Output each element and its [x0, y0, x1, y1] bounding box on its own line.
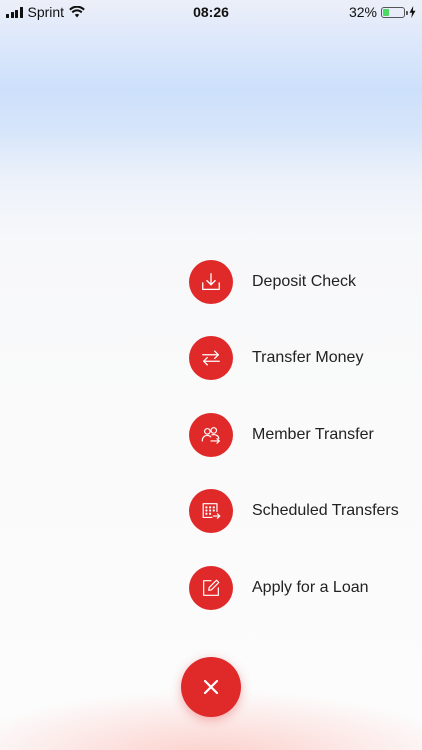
deposit-check-icon: [202, 273, 220, 290]
scheduled-transfers-icon: [202, 503, 221, 519]
deposit-check-button[interactable]: [189, 260, 233, 304]
apply-loan-button[interactable]: [189, 566, 233, 610]
menu-item-label: Deposit Check: [252, 273, 357, 290]
status-bar: Sprint 08:26 32%: [0, 0, 422, 24]
status-right: 32%: [349, 4, 416, 20]
transfer-arrows-icon: [202, 350, 220, 366]
battery-icon: [381, 6, 408, 18]
menu-item-member-transfer[interactable]: Member Transfer: [189, 413, 374, 457]
close-icon: [203, 679, 219, 695]
menu-item-label: Scheduled Transfers: [252, 502, 399, 519]
close-menu-button[interactable]: [181, 657, 241, 717]
scheduled-transfers-button[interactable]: [189, 489, 233, 533]
menu-item-deposit-check[interactable]: Deposit Check: [189, 260, 356, 304]
menu-item-label: Member Transfer: [252, 426, 374, 443]
battery-fill: [383, 8, 390, 16]
menu-item-label: Apply for a Loan: [252, 579, 369, 596]
menu-item-label: Transfer Money: [252, 349, 364, 366]
member-transfer-icon: [201, 427, 220, 444]
menu-item-scheduled-transfers[interactable]: Scheduled Transfers: [189, 489, 399, 533]
menu-item-apply-loan[interactable]: Apply for a Loan: [189, 566, 369, 610]
apply-loan-icon: [203, 579, 220, 596]
battery-cap: [406, 10, 408, 15]
transfer-money-button[interactable]: [189, 336, 233, 380]
charging-bolt-icon: [409, 6, 416, 18]
menu-item-transfer-money[interactable]: Transfer Money: [189, 336, 363, 380]
member-transfer-button[interactable]: [189, 413, 233, 457]
battery-percent: 32%: [348, 4, 377, 20]
